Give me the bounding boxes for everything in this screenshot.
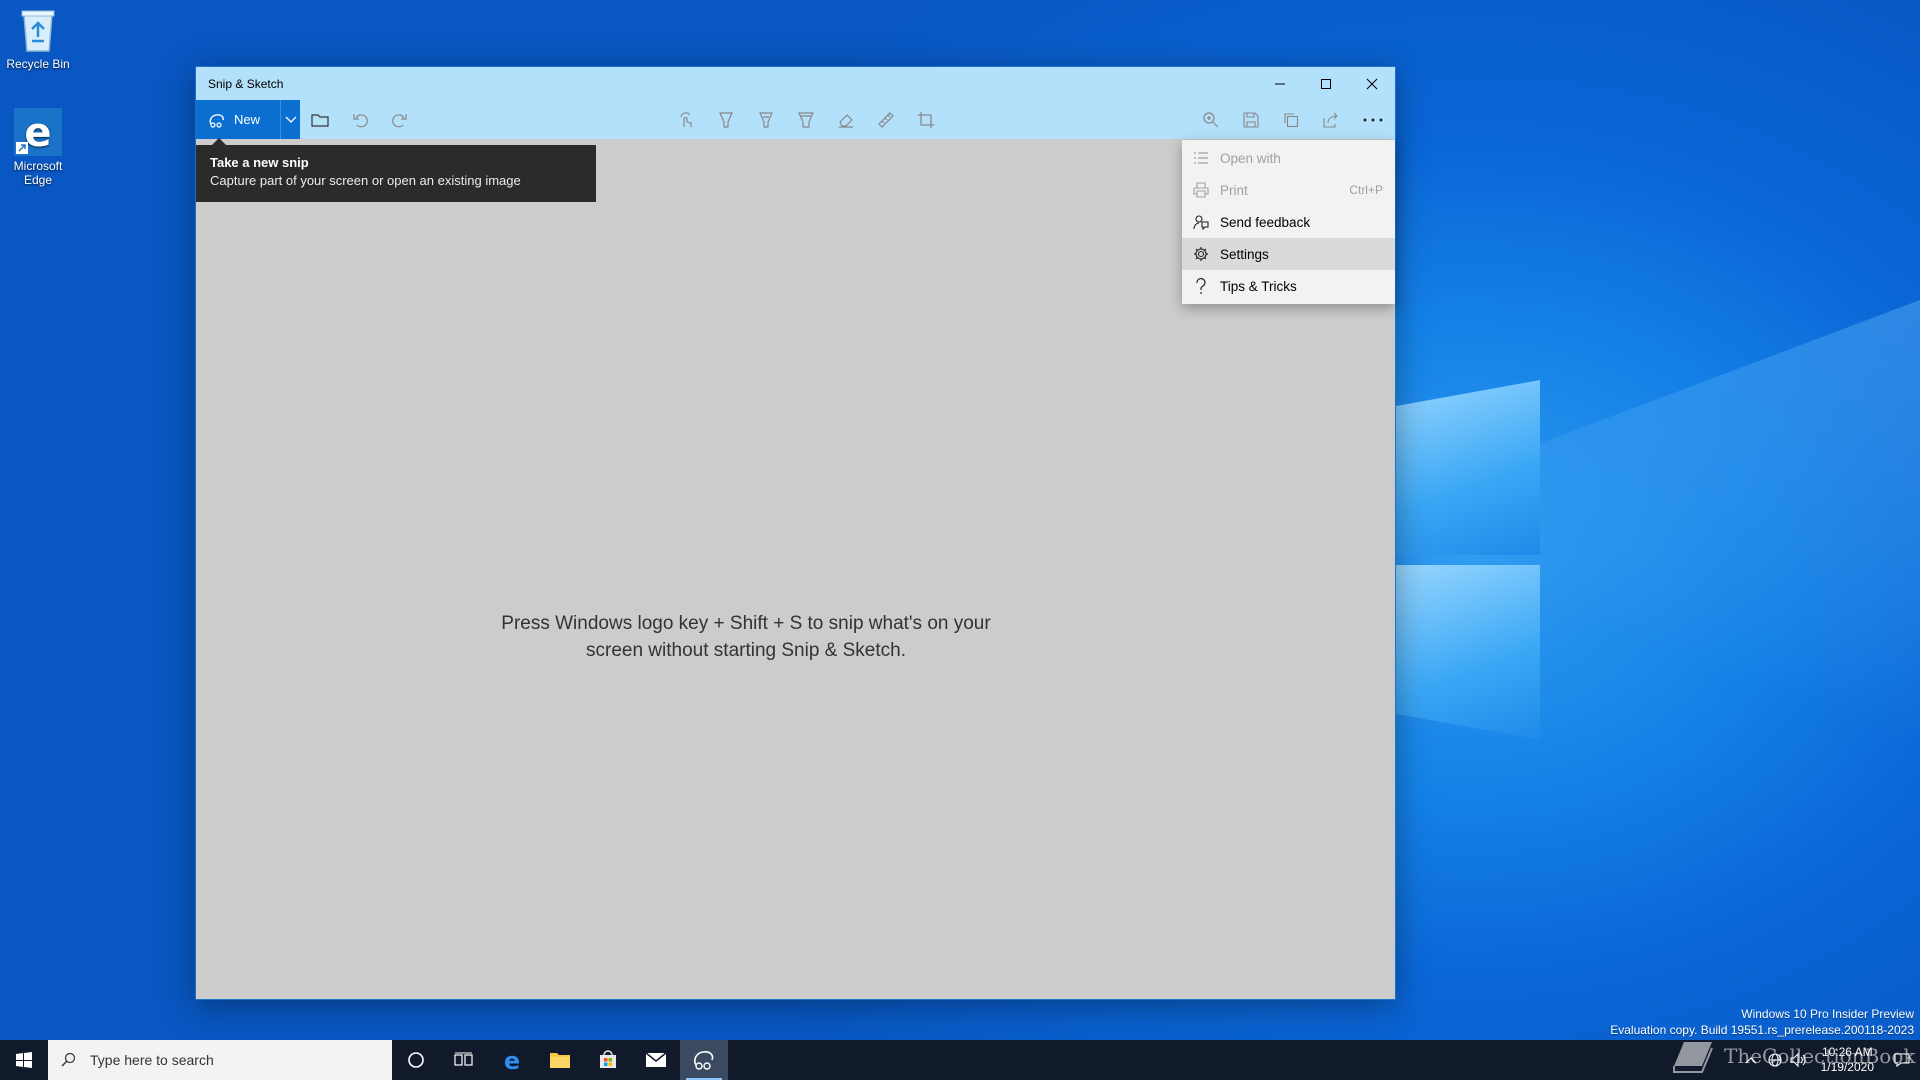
taskbar-mail[interactable]: [632, 1040, 680, 1080]
new-snip-tooltip: Take a new snip Capture part of your scr…: [196, 138, 596, 202]
toolbar: New: [196, 100, 1395, 139]
menu-item-print[interactable]: Print Ctrl+P: [1182, 174, 1395, 206]
search-icon: [61, 1052, 76, 1067]
search-placeholder: Type here to search: [90, 1052, 214, 1068]
zoom-in-icon: [1203, 111, 1219, 127]
redo-icon: [392, 113, 407, 127]
window-title: Snip & Sketch: [208, 76, 284, 91]
task-view-icon: [454, 1052, 473, 1066]
taskbar-edge[interactable]: e: [488, 1040, 536, 1080]
tooltip-title: Take a new snip: [210, 155, 309, 170]
taskbar-store[interactable]: [584, 1040, 632, 1080]
ruler-button[interactable]: [866, 100, 906, 139]
open-with-icon: [1192, 149, 1210, 167]
share-icon: [1323, 112, 1338, 128]
eraser-button[interactable]: [826, 100, 866, 139]
crop-icon: [918, 111, 934, 128]
desktop-icon-label: Microsoft Edge: [13, 159, 63, 187]
undo-button[interactable]: [340, 100, 380, 139]
ballpoint-pen-icon: [719, 111, 733, 128]
menu-item-settings[interactable]: Settings: [1182, 238, 1395, 270]
recycle-bin-icon: [14, 6, 62, 54]
brand-text: TheCollectionBook: [1724, 1044, 1916, 1068]
save-button[interactable]: [1231, 100, 1271, 139]
empty-state-hint: Press Windows logo key + Shift + S to sn…: [501, 613, 991, 661]
menu-item-tips-tricks[interactable]: Tips & Tricks: [1182, 270, 1395, 302]
title-bar[interactable]: Snip & Sketch: [196, 67, 1395, 100]
touch-writing-button[interactable]: [666, 100, 706, 139]
new-button-label: New: [234, 112, 261, 127]
build-watermark: Windows 10 Pro Insider Preview Evaluatio…: [1610, 1007, 1914, 1037]
highlighter-button[interactable]: [786, 100, 826, 139]
save-icon: [1243, 111, 1259, 128]
windows-start-icon: [16, 1052, 32, 1068]
taskbar: Type here to search e 10:26 AM 1/19/2020: [0, 1040, 1920, 1080]
copy-icon: [1284, 112, 1299, 127]
store-icon: [600, 1050, 616, 1068]
undo-icon: [353, 113, 368, 127]
touch-writing-icon: [680, 111, 692, 127]
menu-item-open-with[interactable]: Open with: [1182, 142, 1395, 174]
start-button[interactable]: [0, 1040, 48, 1080]
print-icon: [1192, 181, 1210, 199]
menu-item-send-feedback[interactable]: Send feedback: [1182, 206, 1395, 238]
mail-icon: [645, 1052, 667, 1067]
folder-icon: [550, 1053, 570, 1068]
maximize-button[interactable]: [1303, 67, 1349, 100]
cortana-button[interactable]: [392, 1040, 440, 1080]
svg-text:e: e: [24, 110, 51, 156]
taskbar-file-explorer[interactable]: [536, 1040, 584, 1080]
tooltip-description: Capture part of your screen or open an e…: [210, 173, 521, 188]
brand-watermark: TheCollectionBook: [1670, 1036, 1915, 1076]
ballpoint-pen-button[interactable]: [706, 100, 746, 139]
gear-icon: [1192, 245, 1210, 263]
minimize-icon: [1275, 83, 1285, 84]
taskbar-snip-sketch[interactable]: [680, 1040, 728, 1080]
print-shortcut: Ctrl+P: [1349, 183, 1383, 197]
pencil-button[interactable]: [746, 100, 786, 139]
desktop-icon-edge[interactable]: e Microsoft Edge: [4, 108, 72, 187]
crop-button[interactable]: [906, 100, 946, 139]
ruler-icon: [878, 111, 894, 128]
task-view-button[interactable]: [440, 1040, 488, 1080]
more-dots-icon: [1363, 118, 1383, 121]
wallpaper-windows-logo: [1385, 380, 1545, 740]
question-icon: [1192, 277, 1210, 295]
desktop-icon-label: Recycle Bin: [6, 57, 70, 71]
see-more-button[interactable]: [1351, 100, 1395, 139]
feedback-icon: [1192, 213, 1210, 231]
maximize-icon: [1321, 78, 1331, 89]
snip-icon: [209, 113, 224, 128]
pencil-icon: [759, 111, 773, 128]
open-file-button[interactable]: [300, 100, 340, 139]
folder-icon: [311, 113, 329, 127]
highlighter-icon: [798, 111, 814, 128]
edge-icon: e: [14, 108, 62, 156]
share-button[interactable]: [1311, 100, 1351, 139]
redo-button[interactable]: [380, 100, 420, 139]
cortana-circle-icon: [408, 1052, 424, 1068]
copy-button[interactable]: [1271, 100, 1311, 139]
minimize-button[interactable]: [1257, 67, 1303, 100]
zoom-button[interactable]: [1191, 100, 1231, 139]
close-icon: [1366, 78, 1378, 89]
new-snip-dropdown[interactable]: [280, 100, 300, 139]
new-snip-button[interactable]: New: [196, 100, 280, 139]
eraser-icon: [839, 113, 853, 128]
taskbar-search-box[interactable]: Type here to search: [48, 1040, 392, 1080]
book-logo-icon: [1673, 1042, 1713, 1073]
more-options-menu: Open with Print Ctrl+P Send feedback Set…: [1182, 140, 1395, 304]
chevron-down-icon: [285, 116, 296, 123]
close-button[interactable]: [1349, 67, 1395, 100]
snip-icon: [694, 1051, 714, 1070]
desktop-icon-recycle-bin[interactable]: Recycle Bin: [4, 6, 72, 71]
snip-sketch-window: Snip & Sketch New Press Windows logo key…: [195, 66, 1396, 1000]
edge-icon: e: [504, 1048, 520, 1072]
svg-text:e: e: [504, 1048, 520, 1072]
